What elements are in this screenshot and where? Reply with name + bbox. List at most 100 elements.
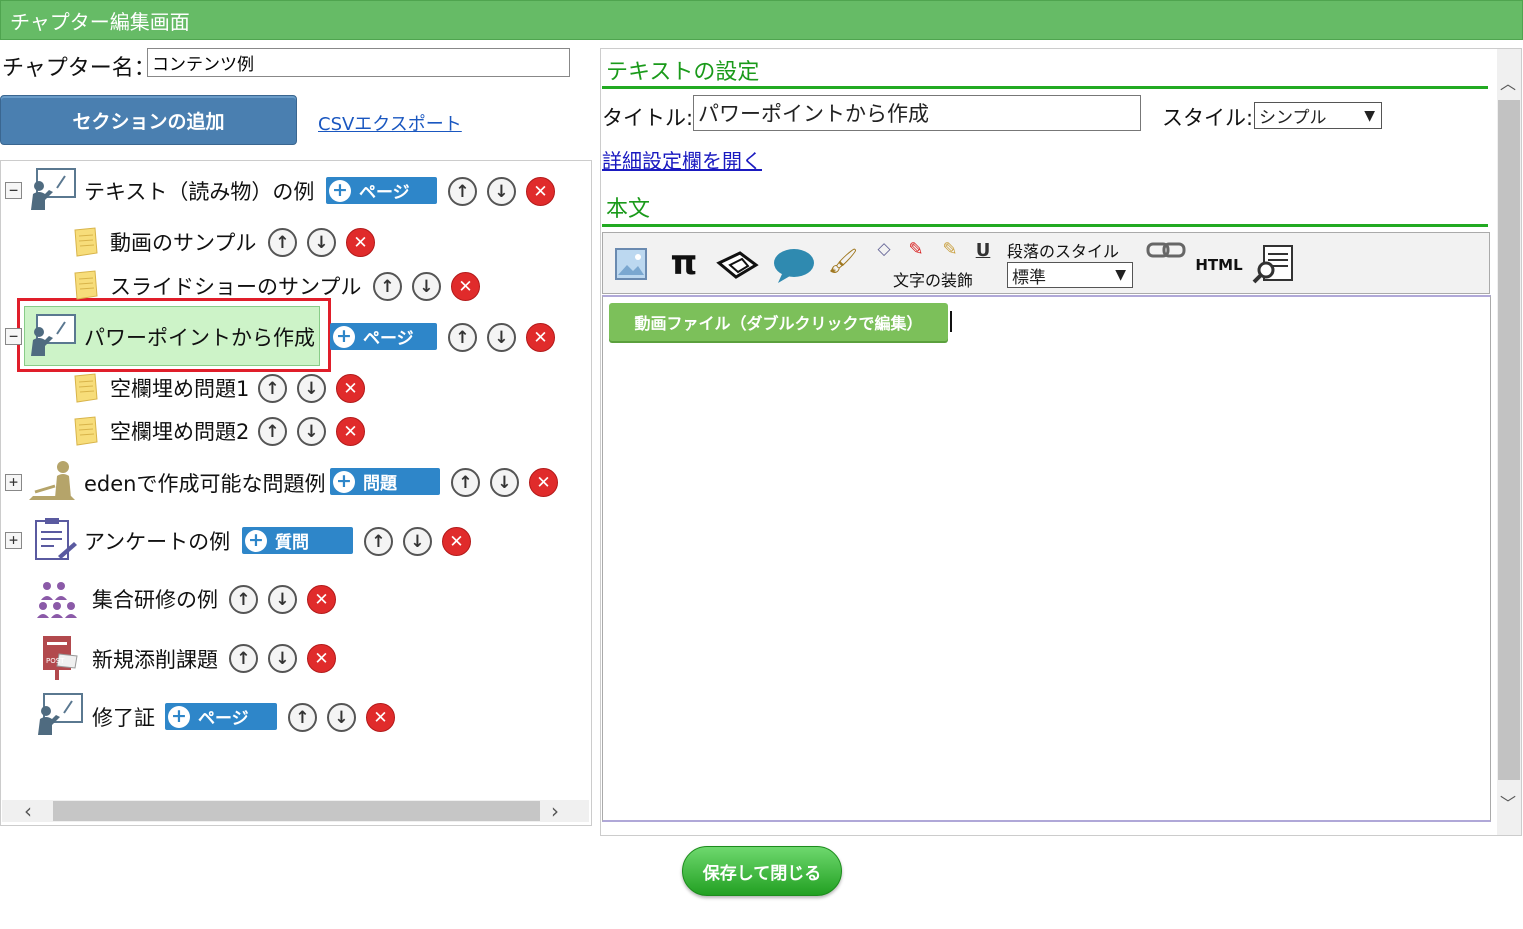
add-question-button[interactable]: + 質問 — [242, 527, 353, 554]
move-down-button[interactable]: ↓ — [297, 417, 326, 446]
move-up-button[interactable]: ↑ — [373, 272, 402, 301]
collapse-toggle[interactable]: − — [5, 328, 22, 345]
html-source-button[interactable]: HTML — [1195, 254, 1242, 276]
vertical-scroll-thumb[interactable] — [1498, 100, 1520, 780]
plus-icon: + — [333, 325, 355, 348]
delete-button[interactable]: ✕ — [336, 374, 365, 403]
move-down-button[interactable]: ↓ — [490, 468, 519, 497]
underline-icon[interactable]: U — [972, 238, 994, 262]
section-title[interactable]: 新規添削課題 — [92, 644, 218, 674]
horizontal-scroll-thumb[interactable] — [53, 801, 540, 821]
move-up-button[interactable]: ↑ — [229, 585, 258, 614]
title-bar — [0, 0, 1523, 40]
page-title[interactable]: スライドショーのサンプル — [110, 271, 361, 301]
post-box-icon: POST — [43, 636, 78, 680]
preview-search-icon[interactable] — [1252, 244, 1296, 284]
delete-button[interactable]: ✕ — [442, 527, 471, 556]
page-title[interactable]: 空欄埋め問題1 — [110, 373, 249, 403]
move-down-button[interactable]: ↓ — [487, 177, 516, 206]
eraser-icon[interactable]: ◇ — [873, 238, 895, 260]
move-down-button[interactable]: ↓ — [403, 527, 432, 556]
add-page-button[interactable]: + ページ — [330, 323, 437, 350]
move-down-button[interactable]: ↓ — [327, 703, 356, 732]
move-up-button[interactable]: ↑ — [288, 703, 317, 732]
save-and-close-button[interactable]: 保存して閉じる — [682, 846, 842, 896]
section-title[interactable]: 修了証 — [92, 702, 155, 732]
delete-button[interactable]: ✕ — [526, 323, 555, 352]
writing-person-icon — [29, 461, 75, 500]
expand-toggle[interactable]: + — [5, 532, 22, 549]
format-brush-icon[interactable]: 🖌 — [828, 246, 858, 276]
insert-shape-icon[interactable] — [716, 248, 760, 282]
clipboard-icon — [35, 518, 77, 560]
collapse-toggle[interactable]: − — [5, 182, 22, 199]
section-title-selected[interactable]: パワーポイントから作成 — [84, 322, 315, 352]
move-up-button[interactable]: ↑ — [229, 644, 258, 673]
chevron-down-icon: ▼ — [1364, 107, 1375, 124]
scroll-left-icon[interactable]: ‹ — [24, 799, 32, 823]
delete-button[interactable]: ✕ — [529, 468, 558, 497]
section-title[interactable]: 集合研修の例 — [92, 584, 218, 614]
svg-text:POST: POST — [46, 657, 65, 665]
section-title[interactable]: edenで作成可能な問題例 — [84, 468, 325, 498]
page-title[interactable]: 空欄埋め問題2 — [110, 416, 249, 446]
link-icon[interactable] — [1146, 240, 1186, 260]
move-up-button[interactable]: ↑ — [258, 417, 287, 446]
add-question-button[interactable]: + 問題 — [330, 468, 440, 495]
highlight-icon[interactable]: ✎ — [939, 237, 961, 261]
paragraph-style-select[interactable]: 標準 ▼ — [1007, 262, 1133, 288]
style-select[interactable]: シンプル ▼ — [1254, 102, 1382, 129]
title-input[interactable]: パワーポイントから作成 — [693, 95, 1141, 131]
window-title: チャプター編集画面 — [10, 10, 190, 34]
add-section-button[interactable]: セクションの追加 — [0, 95, 297, 145]
insert-image-icon[interactable] — [613, 246, 649, 282]
delete-button[interactable]: ✕ — [526, 177, 555, 206]
delete-button[interactable]: ✕ — [451, 272, 480, 301]
csv-export-link[interactable]: CSVエクスポート — [318, 110, 462, 136]
delete-button[interactable]: ✕ — [307, 585, 336, 614]
text-color-icon[interactable]: ✎ — [905, 237, 927, 261]
expand-toggle[interactable]: + — [5, 474, 22, 491]
rich-text-editor[interactable] — [602, 295, 1491, 822]
move-up-button[interactable]: ↑ — [364, 527, 393, 556]
move-down-button[interactable]: ↓ — [297, 374, 326, 403]
text-settings-heading: テキストの設定 — [606, 60, 760, 85]
style-label: スタイル: — [1162, 106, 1254, 130]
move-down-button[interactable]: ↓ — [268, 644, 297, 673]
note-icon — [74, 270, 98, 300]
scroll-down-icon[interactable]: ﹀ — [1500, 790, 1516, 814]
insert-math-icon[interactable]: π — [666, 243, 702, 283]
move-up-button[interactable]: ↑ — [451, 468, 480, 497]
add-page-button[interactable]: + ページ — [165, 703, 277, 730]
section-title[interactable]: アンケートの例 — [84, 526, 230, 556]
speech-bubble-icon[interactable] — [772, 246, 816, 284]
add-page-button[interactable]: + ページ — [326, 177, 437, 204]
move-down-button[interactable]: ↓ — [307, 228, 336, 257]
teacher-board-icon — [38, 693, 83, 735]
move-down-button[interactable]: ↓ — [412, 272, 441, 301]
section-title[interactable]: テキスト（読み物）の例 — [84, 176, 314, 206]
delete-button[interactable]: ✕ — [307, 644, 336, 673]
teacher-board-icon — [31, 314, 76, 356]
page-title[interactable]: 動画のサンプル — [110, 227, 256, 257]
body-heading: 本文 — [606, 197, 651, 222]
scroll-right-icon[interactable]: › — [551, 799, 559, 823]
move-down-button[interactable]: ↓ — [487, 323, 516, 352]
move-up-button[interactable]: ↑ — [448, 323, 477, 352]
scroll-up-icon[interactable]: ︿ — [1500, 70, 1516, 94]
move-up-button[interactable]: ↑ — [268, 228, 297, 257]
title-label: タイトル: — [602, 106, 694, 130]
delete-button[interactable]: ✕ — [336, 417, 365, 446]
chapter-name-label: チャプター名： — [2, 56, 156, 81]
move-up-button[interactable]: ↑ — [258, 374, 287, 403]
paragraph-style-label: 段落のスタイル — [1007, 242, 1120, 261]
delete-button[interactable]: ✕ — [346, 228, 375, 257]
move-up-button[interactable]: ↑ — [448, 177, 477, 206]
video-file-block[interactable]: 動画ファイル（ダブルクリックで編集） — [609, 303, 948, 341]
heading-rule — [602, 86, 1488, 89]
text-caret — [950, 311, 952, 332]
open-detail-settings-link[interactable]: 詳細設定欄を開く — [602, 145, 762, 174]
move-down-button[interactable]: ↓ — [268, 585, 297, 614]
chapter-name-input[interactable] — [147, 48, 570, 77]
delete-button[interactable]: ✕ — [366, 703, 395, 732]
